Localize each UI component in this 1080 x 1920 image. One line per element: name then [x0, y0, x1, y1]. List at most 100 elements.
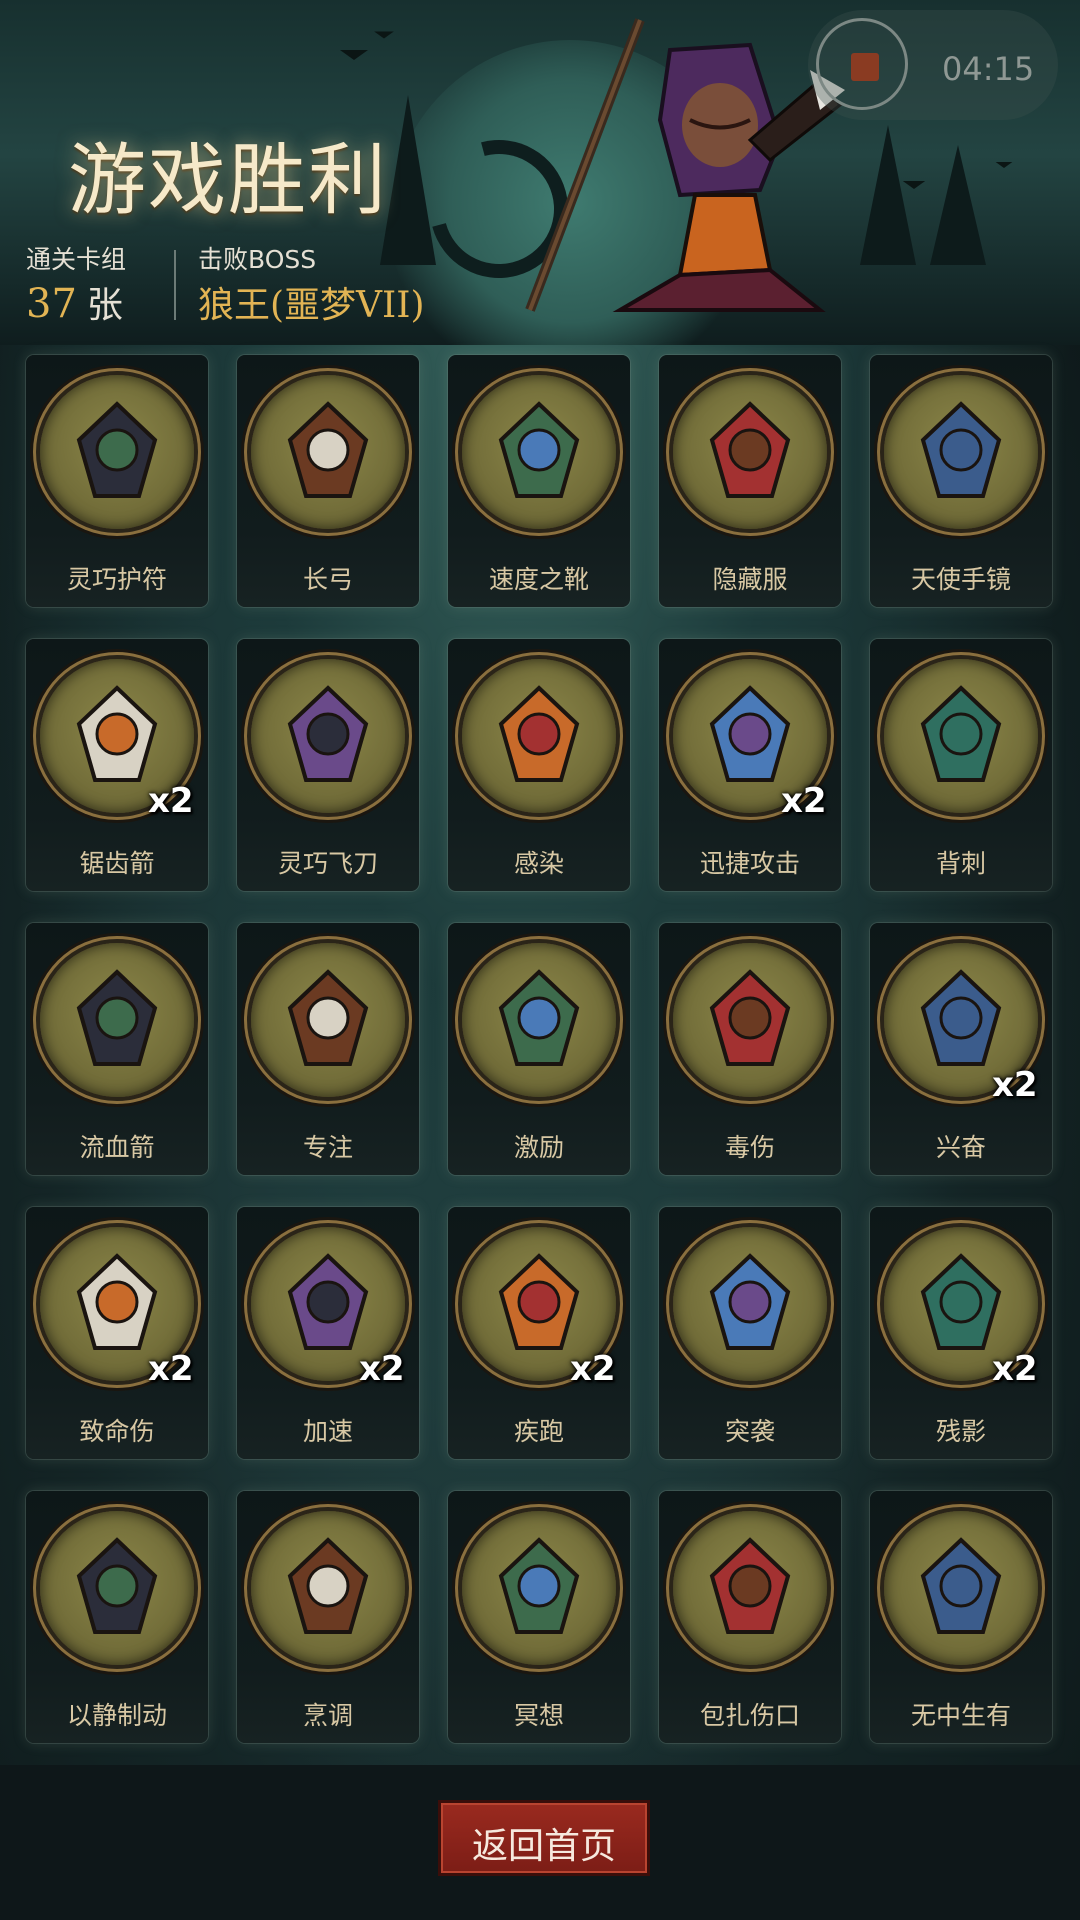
card-count-badge: x2	[992, 1349, 1038, 1389]
deck-card[interactable]: 背刺	[870, 639, 1052, 891]
amulet-icon	[76, 401, 158, 498]
card-name-label: 背刺	[935, 849, 986, 878]
bat-icon	[340, 50, 368, 60]
bleeding-arrows-icon	[76, 969, 158, 1066]
card-name-label: 激励	[513, 1133, 564, 1162]
wizard-icon	[287, 969, 369, 1066]
deck-card[interactable]: 感染	[448, 639, 630, 891]
serrated-arrow-icon	[76, 685, 158, 782]
card-name-label: 包扎伤口	[699, 1701, 800, 1730]
deck-card[interactable]: x2 兴奋	[870, 923, 1052, 1175]
card-art-medallion	[673, 1227, 827, 1381]
card-art-medallion	[251, 1511, 405, 1665]
card-art-medallion	[462, 375, 616, 529]
card-deck-grid: 灵巧护符 长弓 速度之靴 隐藏服 天使手镜 x2 锯齿箭 灵巧飞刀 感染 x2 迅捷攻击 背刺流血箭 专…	[0, 345, 1080, 1755]
card-count-unit: 张	[86, 285, 123, 326]
flying-knives-icon	[287, 685, 369, 782]
card-name-label: 烹调	[302, 1701, 353, 1730]
skull-flame-icon	[76, 1537, 158, 1634]
victory-screen: 游戏胜利 通关卡组 37 张 击败BOSS 狼王(噩梦VII) 04:15 灵巧护…	[0, 0, 1080, 1920]
card-name-label: 长弓	[302, 565, 353, 594]
bat-icon	[374, 31, 394, 39]
timer-text: 04:15	[942, 50, 1035, 88]
deck-card[interactable]: 长弓	[237, 355, 419, 607]
defeated-boss-label: 击败BOSS	[198, 245, 317, 274]
victory-title: 游戏胜利	[68, 136, 389, 226]
afterimage-icon	[920, 1253, 1002, 1350]
deck-card[interactable]: x2 加速	[237, 1207, 419, 1459]
cleared-deck-value: 37 张	[26, 276, 123, 328]
card-art-medallion	[673, 1511, 827, 1665]
card-name-label: 冥想	[513, 1701, 564, 1730]
sprinting-beast-icon	[498, 1253, 580, 1350]
card-name-label: 锯齿箭	[79, 849, 155, 878]
deck-card[interactable]: 专注	[237, 923, 419, 1175]
deck-card[interactable]: 速度之靴	[448, 355, 630, 607]
raider-icon	[709, 1253, 791, 1350]
card-name-label: 突袭	[724, 1417, 775, 1446]
victory-header: 游戏胜利 通关卡组 37 张 击败BOSS 狼王(噩梦VII) 04:15	[0, 0, 1080, 345]
card-name-label: 流血箭	[79, 1133, 155, 1162]
deck-card[interactable]: 以静制动	[26, 1491, 208, 1743]
deck-card[interactable]: 流血箭	[26, 923, 208, 1175]
card-count-number: 37	[26, 281, 77, 327]
poison-tentacle-icon	[709, 969, 791, 1066]
deck-card[interactable]: 隐藏服	[659, 355, 841, 607]
deck-card[interactable]: 包扎伤口	[659, 1491, 841, 1743]
record-timer: 04:15	[808, 10, 1058, 120]
card-name-label: 残影	[935, 1417, 986, 1446]
deck-card[interactable]: 激励	[448, 923, 630, 1175]
deck-card[interactable]: 灵巧飞刀	[237, 639, 419, 891]
hooded-cloak-icon	[709, 401, 791, 498]
deck-card[interactable]: 毒伤	[659, 923, 841, 1175]
stop-record-button[interactable]	[816, 18, 908, 110]
card-art-medallion	[462, 1511, 616, 1665]
cleared-deck-label: 通关卡组	[26, 245, 127, 274]
deck-card[interactable]: 灵巧护符	[26, 355, 208, 607]
card-art-medallion	[251, 375, 405, 529]
card-name-label: 疾跑	[513, 1417, 564, 1446]
card-name-label: 灵巧飞刀	[277, 849, 378, 878]
meditation-icon	[498, 1537, 580, 1634]
card-name-label: 无中生有	[910, 1701, 1011, 1730]
card-name-label: 天使手镜	[910, 565, 1011, 594]
deck-card[interactable]: x2 锯齿箭	[26, 639, 208, 891]
card-art-medallion	[40, 943, 194, 1097]
card-name-label: 感染	[513, 849, 564, 878]
deck-card[interactable]: x2 残影	[870, 1207, 1052, 1459]
fox-cook-icon	[287, 1537, 369, 1634]
defeated-boss-value: 狼王(噩梦VII)	[198, 285, 425, 326]
boot-icon	[498, 401, 580, 498]
return-home-button[interactable]: 返回首页	[438, 1800, 650, 1876]
deck-card[interactable]: 无中生有	[870, 1491, 1052, 1743]
card-name-label: 兴奋	[935, 1133, 986, 1162]
footer-bar: 返回首页	[0, 1765, 1080, 1920]
card-art-medallion	[462, 659, 616, 813]
card-name-label: 致命伤	[79, 1417, 155, 1446]
card-art-medallion	[673, 943, 827, 1097]
card-count-badge: x2	[148, 1349, 194, 1389]
hammer-warrior-icon	[498, 969, 580, 1066]
bloody-dagger-icon	[76, 1253, 158, 1350]
card-name-label: 毒伤	[724, 1133, 775, 1162]
deck-card[interactable]: 突袭	[659, 1207, 841, 1459]
deck-card[interactable]: 冥想	[448, 1491, 630, 1743]
plague-doctor-icon	[709, 1537, 791, 1634]
card-art-medallion	[673, 375, 827, 529]
deck-card[interactable]: x2 迅捷攻击	[659, 639, 841, 891]
card-count-badge: x2	[148, 781, 194, 821]
tree-silhouette	[930, 145, 986, 265]
deck-card[interactable]: x2 疾跑	[448, 1207, 630, 1459]
deck-card[interactable]: 烹调	[237, 1491, 419, 1743]
deck-card[interactable]: 天使手镜	[870, 355, 1052, 607]
card-count-badge: x2	[359, 1349, 405, 1389]
card-count-badge: x2	[570, 1349, 616, 1389]
card-art-medallion	[884, 659, 1038, 813]
bat-icon	[902, 181, 926, 189]
card-count-badge: x2	[781, 781, 827, 821]
card-name-label: 灵巧护符	[66, 565, 167, 594]
stat-divider	[174, 250, 176, 320]
deck-card[interactable]: x2 致命伤	[26, 1207, 208, 1459]
hand-mirror-icon	[920, 401, 1002, 498]
longbow-icon	[287, 401, 369, 498]
